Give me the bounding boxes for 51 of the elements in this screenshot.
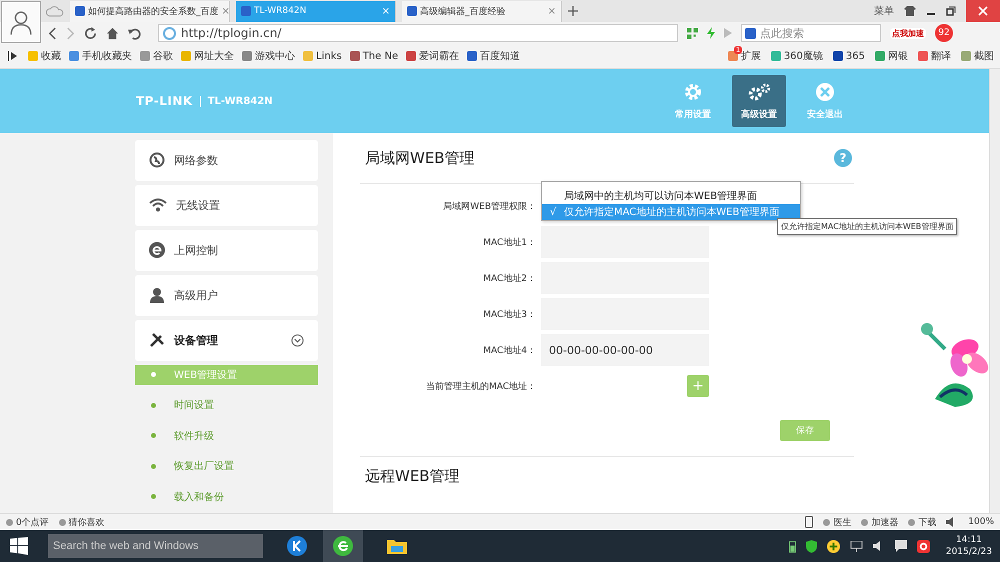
bookmark-item[interactable]: 爱词霸在 [406, 49, 460, 63]
tooltip: 仅允许指定MAC地址的主机访问本WEB管理界面 [777, 218, 958, 235]
zoom-level[interactable]: 100% [968, 517, 994, 527]
taskbar-search-field[interactable]: Search the web and Windows [48, 534, 263, 558]
status-item[interactable]: 下载 [908, 516, 936, 528]
status-item[interactable]: 加速器 [861, 516, 898, 528]
nav-button[interactable]: 高级设置 [732, 75, 786, 127]
field-label: MAC地址3： [482, 308, 537, 320]
dropdown-option[interactable]: 局域网中的主机均可以访问本WEB管理界面 [542, 188, 800, 204]
bookmark-item[interactable]: 手机收藏夹 [69, 49, 132, 63]
brand-logo: TP-LINK [136, 96, 201, 106]
toolbar-item[interactable]: 扩展 $^{1}$ [728, 49, 761, 63]
promo-label[interactable]: 点我加速 [890, 28, 926, 38]
bookmark-item[interactable]: 游戏中心 [242, 49, 295, 63]
field-label: MAC地址1： [482, 236, 537, 248]
dropdown-list[interactable]: 局域网中的主机均可以访问本WEB管理界面 √ 仅允许指定MAC地址的主机访问本WEB管理界面 [541, 181, 801, 221]
bookmark-item[interactable]: 网址大全 [181, 49, 234, 63]
clock-time: 14:11 [956, 534, 982, 546]
search-field[interactable]: 点此搜索 [741, 24, 881, 42]
field-label: 当前管理主机的MAC地址： [424, 380, 537, 392]
sidebar-item[interactable]: 网络参数 [135, 140, 318, 181]
sidebar-item[interactable]: 设备管理 [135, 320, 318, 361]
status-item[interactable]: 0个点评 [6, 516, 49, 528]
toolbar-item[interactable]: 网银 [875, 49, 908, 63]
model-name: TL-WR842N [206, 96, 273, 106]
bookmark-item[interactable]: 收藏 [28, 49, 61, 63]
section-title: 局域网WEB管理 [365, 148, 475, 168]
field-label: MAC地址2： [482, 272, 537, 284]
section-title: 远程WEB管理 [360, 456, 854, 485]
toolbar-item[interactable]: 365 [832, 49, 865, 63]
toolbar-item[interactable]: 截图 [961, 49, 994, 63]
clock-date: 2015/2/23 [946, 546, 992, 558]
browser-tab[interactable]: 高级编辑器_百度经验 × [402, 0, 562, 22]
address-field[interactable]: http://tplogin.cn/ [158, 24, 678, 42]
status-item[interactable]: 猜你喜欢 [58, 516, 105, 528]
toolbar-item[interactable]: 360魔镜 [770, 49, 823, 63]
mac-input-field[interactable]: 00-00-00-00-00-00 [541, 334, 709, 366]
status-item[interactable]: 医生 [823, 516, 852, 528]
sidebar-item[interactable]: 上网控制 [135, 230, 318, 271]
promo-badge: 92 [935, 24, 953, 42]
field-label: MAC地址4： [482, 344, 537, 356]
sidebar-item[interactable]: 高级用户 [135, 274, 318, 316]
field-label: 局域网WEB管理权限： [442, 200, 537, 212]
bookmark-item[interactable]: 谷歌 [140, 49, 173, 63]
sidebar-item[interactable]: 无线设置 [135, 184, 318, 226]
bookmark-item[interactable]: The Ne [350, 50, 398, 62]
bookmark-item[interactable]: 百度知道 [467, 49, 520, 63]
bookmark-item[interactable]: Links [303, 50, 342, 62]
browser-tab[interactable]: 如何提高路由器的安全系数_百度 × [70, 0, 230, 22]
menu-label[interactable]: 菜单 [874, 4, 894, 18]
toolbar-item[interactable]: 翻译 [918, 49, 951, 63]
